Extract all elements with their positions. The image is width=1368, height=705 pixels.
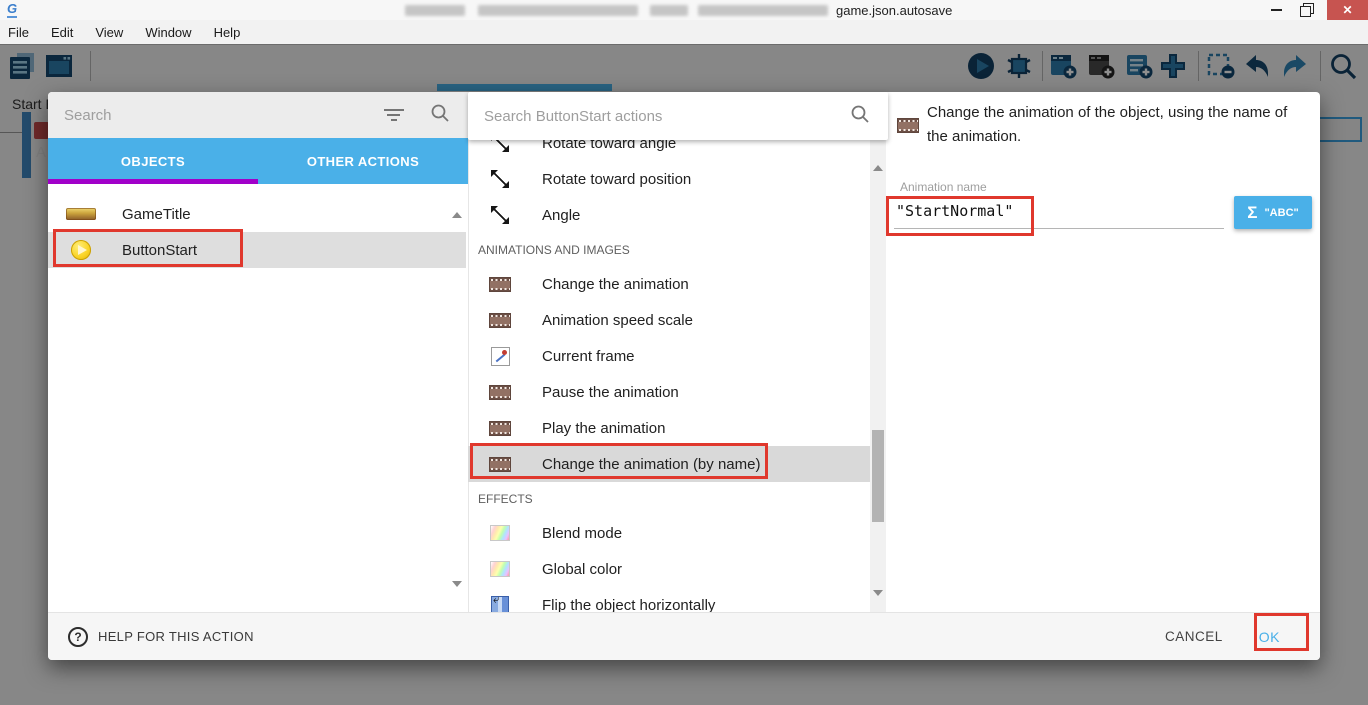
scrollbar-thumb[interactable]: [872, 430, 884, 522]
action-label: Pause the animation: [542, 384, 679, 401]
frame-icon: [491, 347, 510, 366]
tab-other-actions-label: OTHER ACTIONS: [307, 154, 419, 169]
redacted-title-text: [478, 5, 638, 16]
scroll-up-arrow[interactable]: [452, 195, 462, 213]
tab-other-actions[interactable]: OTHER ACTIONS: [258, 138, 468, 184]
filter-icon[interactable]: [384, 109, 404, 122]
object-search-input[interactable]: [48, 107, 384, 124]
tab-objects-label: OBJECTS: [121, 154, 185, 169]
rainbow-icon: [490, 525, 510, 541]
redacted-title-text: [650, 5, 688, 16]
action-label: Animation speed scale: [542, 312, 693, 329]
menu-help[interactable]: Help: [203, 25, 252, 40]
film-icon: [897, 118, 919, 133]
action-list-item[interactable]: Blend mode: [468, 515, 870, 551]
animation-name-input[interactable]: [894, 198, 1224, 229]
question-circle-icon[interactable]: ?: [68, 627, 88, 647]
action-parameters-panel: Change the animation of the object, usin…: [888, 92, 1320, 612]
object-list: GameTitle ButtonStart: [48, 184, 466, 612]
minimize-button[interactable]: [1262, 0, 1290, 20]
flip-icon: [491, 596, 509, 612]
scrollbar-track[interactable]: [870, 140, 886, 612]
action-label: Blend mode: [542, 525, 622, 542]
action-label: Global color: [542, 561, 622, 578]
action-list-item[interactable]: Angle: [468, 197, 870, 233]
menu-file[interactable]: File: [0, 25, 40, 40]
object-list-item[interactable]: ButtonStart: [48, 232, 466, 268]
redacted-title-text: [405, 5, 465, 16]
action-list-item[interactable]: Current frame: [468, 338, 870, 374]
action-description: Change the animation of the object, usin…: [927, 101, 1307, 149]
action-label: Play the animation: [542, 420, 665, 437]
search-icon[interactable]: [430, 103, 450, 128]
rotate-icon: [491, 206, 509, 224]
rainbow-icon: [490, 561, 510, 577]
help-link[interactable]: HELP FOR THIS ACTION: [98, 629, 254, 644]
title-bar: G game.json.autosave ✕: [0, 0, 1368, 20]
action-list: Rotate toward angleRotate toward positio…: [468, 125, 870, 612]
section-header-label: EFFECTS: [478, 492, 533, 506]
action-search-input[interactable]: [468, 108, 850, 125]
close-button[interactable]: ✕: [1327, 0, 1368, 20]
play-circle-icon: [71, 240, 91, 260]
section-header: EFFECTS: [468, 482, 870, 515]
object-list-item[interactable]: GameTitle: [48, 196, 466, 232]
object-name: ButtonStart: [122, 242, 197, 259]
gdevelop-logo-icon: G: [7, 2, 17, 18]
action-label: Change the animation (by name): [542, 456, 760, 473]
film-icon: [489, 277, 511, 292]
action-list-item[interactable]: Pause the animation: [468, 374, 870, 410]
film-icon: [489, 457, 511, 472]
object-name: GameTitle: [122, 206, 191, 223]
film-icon: [489, 313, 511, 328]
tab-objects[interactable]: OBJECTS: [48, 138, 258, 184]
action-list-item[interactable]: Global color: [468, 551, 870, 587]
restore-icon: [1301, 5, 1311, 15]
action-label: Angle: [542, 207, 580, 224]
action-list-item[interactable]: Change the animation (by name): [468, 446, 870, 482]
restore-button[interactable]: [1292, 0, 1320, 20]
search-icon[interactable]: [850, 104, 870, 129]
object-tabs: OBJECTS OTHER ACTIONS: [48, 138, 468, 184]
application-window: G game.json.autosave ✕ File Edit View Wi…: [0, 0, 1368, 705]
action-list-item[interactable]: Flip the object horizontally: [468, 587, 870, 612]
film-icon: [489, 385, 511, 400]
action-label: Change the animation: [542, 276, 689, 293]
ok-button[interactable]: OK: [1259, 629, 1280, 645]
action-list-item[interactable]: Animation speed scale: [468, 302, 870, 338]
window-title: game.json.autosave: [836, 3, 952, 18]
action-list-item[interactable]: Rotate toward position: [468, 161, 870, 197]
animation-name-label: Animation name: [900, 180, 987, 194]
section-header-label: ANIMATIONS AND IMAGES: [478, 243, 630, 257]
game-title-icon: [66, 208, 96, 220]
menu-window[interactable]: Window: [134, 25, 202, 40]
action-search-bar: [468, 92, 888, 140]
action-editor-dialog: OBJECTS OTHER ACTIONS GameTitle ButtonSta…: [48, 92, 1320, 660]
menu-bar: File Edit View Window Help: [0, 20, 1368, 44]
object-search-bar: [48, 92, 468, 138]
dialog-footer: ? HELP FOR THIS ACTION CANCEL OK: [48, 612, 1320, 660]
abc-label: "ABC": [1264, 207, 1298, 219]
menu-edit[interactable]: Edit: [40, 25, 84, 40]
film-icon: [489, 421, 511, 436]
scroll-up-arrow[interactable]: [873, 148, 883, 166]
rotate-icon: [491, 170, 509, 188]
expression-editor-button[interactable]: Σ "ABC": [1234, 196, 1312, 229]
section-header: ANIMATIONS AND IMAGES: [468, 233, 870, 266]
action-label: Flip the object horizontally: [542, 597, 715, 613]
scroll-down-arrow[interactable]: [452, 587, 462, 605]
sigma-icon: Σ: [1247, 203, 1257, 223]
action-list-item[interactable]: Play the animation: [468, 410, 870, 446]
menu-view[interactable]: View: [84, 25, 134, 40]
cancel-button[interactable]: CANCEL: [1165, 629, 1223, 644]
action-label: Current frame: [542, 348, 635, 365]
action-label: Rotate toward position: [542, 171, 691, 188]
redacted-title-text: [698, 5, 828, 16]
action-list-item[interactable]: Change the animation: [468, 266, 870, 302]
